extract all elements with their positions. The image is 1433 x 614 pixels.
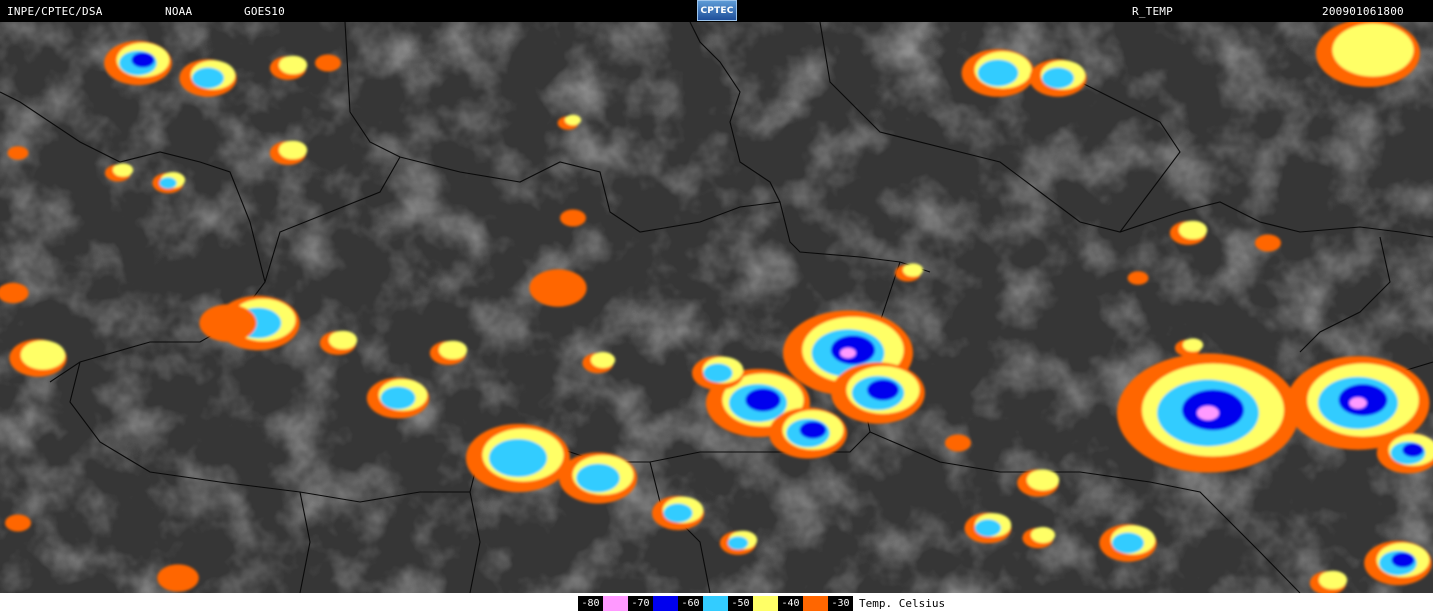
storm-contour xyxy=(974,519,1002,537)
storm-contour xyxy=(199,304,257,342)
storm-contour xyxy=(488,438,548,478)
storm-contour xyxy=(380,386,416,410)
timestamp-label: 200901061800 xyxy=(1322,5,1404,18)
storm-contour xyxy=(1332,23,1414,77)
storm-contour xyxy=(727,536,749,550)
storm-contour xyxy=(529,269,587,307)
storm-contour xyxy=(328,330,358,350)
storm-contour xyxy=(112,163,134,177)
legend-label: -40 xyxy=(778,596,803,611)
storm-contour xyxy=(745,388,781,412)
storm-contour xyxy=(1111,532,1145,554)
storm-contour xyxy=(977,59,1019,87)
storm-contour xyxy=(1030,527,1056,543)
legend-swatch xyxy=(703,596,728,611)
storm-contour xyxy=(438,340,468,360)
color-legend: -80 -70 -60 -50 -40 -30 Temp. Celsius xyxy=(0,593,1433,614)
storm-contour xyxy=(1349,397,1367,409)
storm-contour xyxy=(703,363,733,383)
storm-contour xyxy=(1026,469,1060,491)
storm-contour xyxy=(1041,67,1075,89)
storm-contour xyxy=(840,347,856,359)
legend-label: -80 xyxy=(578,596,603,611)
legend-label: -50 xyxy=(728,596,753,611)
storm-contour xyxy=(1255,234,1281,252)
storm-contour xyxy=(315,54,341,72)
storm-contour xyxy=(131,52,155,68)
agency-label: INPE/CPTEC/DSA xyxy=(7,5,103,18)
storm-contour xyxy=(191,67,225,89)
legend-swatch xyxy=(803,596,828,611)
storm-contour xyxy=(1391,552,1415,568)
storm-contour xyxy=(560,209,586,227)
legend-label: -60 xyxy=(678,596,703,611)
storm-contour xyxy=(564,114,582,126)
storm-contour xyxy=(159,177,177,189)
storm-contour xyxy=(5,514,31,532)
header-bar: INPE/CPTEC/DSA NOAA GOES10 CPTEC R_TEMP … xyxy=(0,0,1433,22)
legend-unit: Temp. Celsius xyxy=(859,597,946,610)
storm-contour xyxy=(945,434,971,452)
storm-contour xyxy=(1402,443,1424,457)
storm-contour xyxy=(590,352,616,368)
legend-scale: -80 -70 -60 -50 -40 -30 xyxy=(578,596,853,611)
storm-contour xyxy=(278,55,308,75)
product-label: R_TEMP xyxy=(1132,5,1173,18)
storm-contour xyxy=(1318,570,1348,590)
cptec-logo: CPTEC xyxy=(697,0,737,21)
satellite-map xyxy=(0,22,1433,593)
legend-swatch xyxy=(753,596,778,611)
map-canvas xyxy=(0,22,1433,593)
storm-contour xyxy=(1182,338,1204,352)
legend-swatch xyxy=(603,596,628,611)
provider-label: NOAA xyxy=(165,5,193,18)
legend-label: -30 xyxy=(828,596,853,611)
storm-contour xyxy=(278,140,308,160)
storm-contour xyxy=(20,340,66,370)
storm-contour xyxy=(663,503,693,523)
storm-contour xyxy=(7,146,29,160)
storm-contour xyxy=(157,564,199,592)
legend-swatch xyxy=(653,596,678,611)
storm-contour xyxy=(1178,220,1208,240)
storm-contour xyxy=(799,421,827,439)
storm-contour xyxy=(1127,271,1149,285)
storm-contour xyxy=(1197,405,1219,421)
legend-label: -70 xyxy=(628,596,653,611)
storm-contour xyxy=(902,263,924,277)
storm-contour xyxy=(867,379,899,401)
storm-contour xyxy=(576,463,620,493)
satellite-label: GOES10 xyxy=(244,5,285,18)
